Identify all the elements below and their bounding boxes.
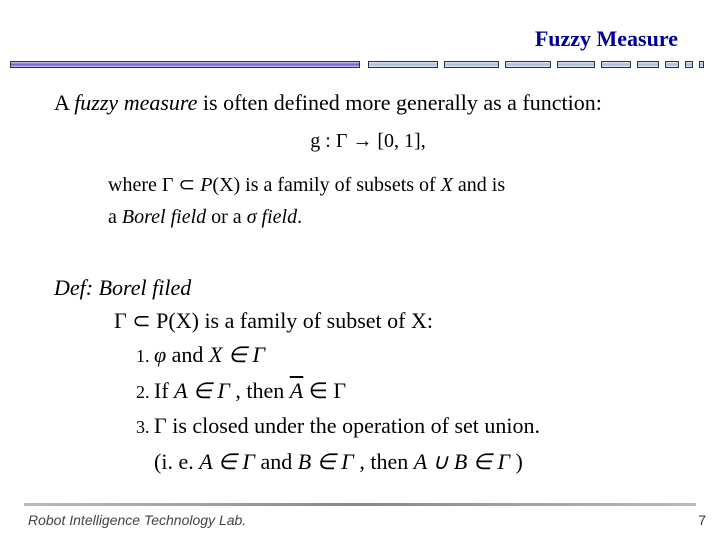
- if-text: If: [154, 378, 174, 403]
- mb-end: .: [297, 206, 302, 228]
- ie-open: (i. e.: [154, 449, 199, 474]
- mb-pre: a: [108, 206, 122, 228]
- math-where: where Γ ⊂ P(X) is a family of subsets of…: [54, 169, 682, 233]
- mb-b1: Borel field: [122, 206, 206, 228]
- def-family-gamma: Γ ⊂ P(X): [114, 308, 199, 333]
- decor-seg: [637, 61, 659, 68]
- ie-and: and: [255, 449, 298, 474]
- decor-seg: [368, 61, 438, 68]
- list-item: Γ is closed under the operation of set u…: [154, 411, 682, 441]
- x-in-gamma: X ∈ Γ: [209, 342, 265, 367]
- intro-em: fuzzy measure: [74, 90, 197, 115]
- mw-mid: is a family of subsets of: [240, 174, 441, 196]
- intro-pre: A: [54, 90, 74, 115]
- gamma-symbol: Γ: [154, 413, 167, 438]
- ie-b: B ∈ Γ: [298, 449, 354, 474]
- ie-ab: A ∪ B ∈ Γ: [414, 449, 510, 474]
- then-text: , then: [230, 378, 290, 403]
- decor-bar: [0, 58, 720, 72]
- mw-pre: where Γ ⊂: [108, 174, 200, 196]
- intro-line: A fuzzy measure is often defined more ge…: [54, 88, 682, 118]
- ie-a: A ∈ Γ: [199, 449, 255, 474]
- decor-seg: [699, 61, 704, 68]
- mw-px: P: [200, 174, 212, 196]
- mb-b2: σ field: [247, 206, 297, 228]
- decor-seg: [505, 61, 551, 68]
- abar-in-gamma: ∈ Γ: [303, 378, 346, 403]
- ie-close: ): [510, 449, 523, 474]
- ie-line: (i. e. A ∈ Γ and B ∈ Γ , then A ∪ B ∈ Γ …: [154, 447, 682, 477]
- a-bar: A: [290, 378, 303, 403]
- def-family: Γ ⊂ P(X) is a family of subset of X:: [114, 306, 682, 336]
- mb-or: or a: [206, 206, 247, 228]
- closed-text: is closed under the operation of set uni…: [167, 413, 540, 438]
- decor-seg: [665, 61, 679, 68]
- intro-post: is often defined more generally as a fun…: [197, 90, 601, 115]
- decor-seg: [685, 61, 693, 68]
- list-item: If A ∈ Γ , then A ∈ Γ: [154, 376, 682, 406]
- definition-section: Def: Borel filed Γ ⊂ P(X) is a family of…: [54, 273, 682, 477]
- math-map-text: g : Γ → [0, 1],: [310, 130, 425, 152]
- def-label: Def: Borel filed: [54, 273, 682, 303]
- ie-then: , then: [354, 449, 414, 474]
- decor-seg: [444, 61, 499, 68]
- list-item: φ and X ∈ Γ: [154, 340, 682, 370]
- decor-seg: [557, 61, 595, 68]
- def-family-rest: is a family of subset of X:: [199, 308, 433, 333]
- page-number: 7: [698, 512, 706, 528]
- mw-arg: (X): [212, 174, 240, 196]
- decor-bar-main: [10, 61, 360, 68]
- phi-symbol: φ: [154, 342, 166, 367]
- footer-lab: Robot Intelligence Technology Lab.: [28, 512, 246, 528]
- mw-post: and is: [453, 174, 505, 196]
- a-in-gamma: A ∈ Γ: [174, 378, 230, 403]
- mw-x: X: [441, 174, 453, 196]
- and-text: and: [166, 342, 209, 367]
- def-list: φ and X ∈ Γ If A ∈ Γ , then A ∈ Γ Γ is c…: [154, 340, 682, 441]
- decor-seg: [601, 61, 631, 68]
- page-title: Fuzzy Measure: [535, 26, 678, 52]
- math-map: g : Γ → [0, 1],: [54, 128, 682, 155]
- content-area: A fuzzy measure is often defined more ge…: [54, 88, 682, 477]
- footer-rule: [24, 503, 696, 506]
